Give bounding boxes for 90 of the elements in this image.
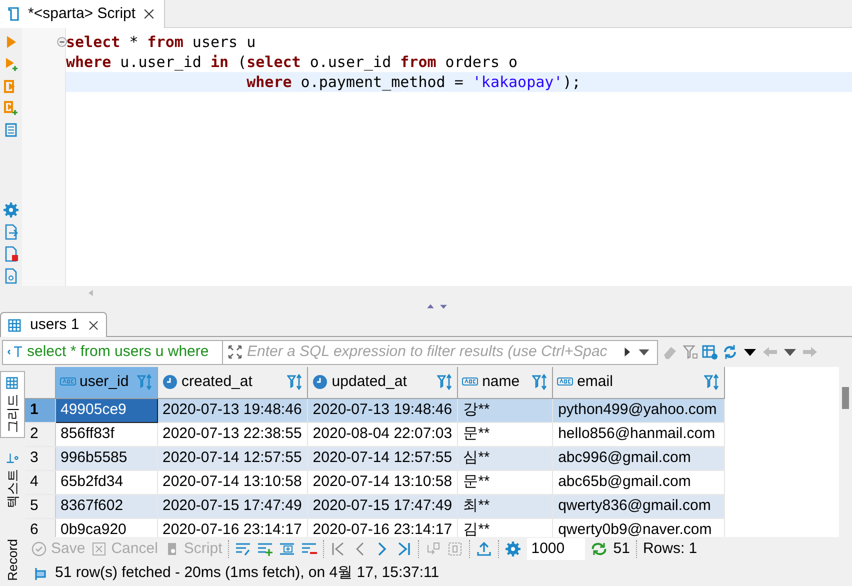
row-number[interactable]: 2 <box>25 422 55 446</box>
table-cell: hello856@hanmail.com <box>552 422 725 446</box>
results-tab[interactable]: users 1 <box>0 312 108 337</box>
table-cell: 2020-07-14 13:10:58 <box>307 470 458 494</box>
row-count: 51 <box>613 538 630 559</box>
scrollbar-thumb[interactable] <box>842 387 849 409</box>
document-icon[interactable] <box>3 268 19 284</box>
column-header[interactable]: name <box>458 367 553 398</box>
settings-icon[interactable] <box>505 541 522 557</box>
view-tab[interactable]: Record <box>0 534 25 586</box>
query-field[interactable]: select * from users u where <box>2 340 222 364</box>
play-plus-icon[interactable] <box>3 56 19 72</box>
table-cell: 856ff83f <box>55 422 157 446</box>
sort-filter-icon[interactable] <box>437 374 454 390</box>
table-cell: 8367f602 <box>55 494 157 518</box>
table-cell: 2020-07-15 17:47:49 <box>307 494 458 518</box>
column-header[interactable]: user_id <box>55 367 157 398</box>
status-text: 51 row(s) fetched - 20ms (1ms fetch), on 4월 17, 15:37:11 <box>55 563 440 584</box>
table-cell: 2020-07-13 19:48:46 <box>157 398 308 422</box>
fetch-size-field[interactable]: 1000 <box>527 538 586 560</box>
table-cell: 2020-07-13 19:48:46 <box>307 398 458 422</box>
table-cell: python499@yahoo.com <box>552 398 725 422</box>
row-number[interactable]: 4 <box>25 470 55 494</box>
table-cell: 2020-07-15 17:47:49 <box>157 494 308 518</box>
pin-icon <box>33 566 49 582</box>
upload-icon[interactable] <box>476 541 492 557</box>
clock-icon <box>162 374 178 390</box>
sort-filter-icon[interactable] <box>286 374 303 390</box>
table-cell: 996b5585 <box>55 446 157 470</box>
editor-tab[interactable]: *<sparta> Script <box>0 0 165 28</box>
duplicate-row-icon[interactable] <box>279 541 296 557</box>
table-cell: 2020-07-14 12:57:55 <box>157 446 308 470</box>
edit-row-icon[interactable] <box>235 541 252 557</box>
close-icon[interactable] <box>87 318 100 332</box>
table-settings-icon[interactable] <box>702 344 718 360</box>
table-cell: 2020-08-04 22:07:03 <box>307 422 458 446</box>
table-cell: 강** <box>458 398 553 422</box>
run-script-plus-icon[interactable] <box>3 100 19 116</box>
add-row-icon[interactable] <box>257 541 274 557</box>
delete-row-icon[interactable] <box>301 541 318 557</box>
copy-icon[interactable] <box>425 541 442 557</box>
expand-icon[interactable] <box>227 344 243 360</box>
sql-text-icon <box>7 344 23 360</box>
code-line: select * from users u <box>66 32 257 52</box>
check-icon <box>31 541 47 557</box>
document-export-icon[interactable] <box>3 224 19 240</box>
row-number[interactable]: 6 <box>25 518 55 537</box>
sort-filter-icon[interactable] <box>136 374 152 390</box>
grid-icon <box>7 318 22 332</box>
last-page-icon[interactable] <box>396 541 412 557</box>
close-icon[interactable] <box>142 7 156 21</box>
column-header[interactable]: created_at <box>157 367 308 398</box>
table-cell: 최** <box>458 494 553 518</box>
row-number[interactable]: 1 <box>25 398 55 422</box>
refresh-icon[interactable] <box>591 541 608 557</box>
column-header[interactable]: email <box>552 367 725 398</box>
table-cell: 49905ce9 <box>55 398 157 422</box>
fold-icon[interactable] <box>56 36 68 48</box>
table-cell: 0b9ca920 <box>55 518 157 537</box>
text-icon <box>6 451 20 465</box>
document-error-icon[interactable] <box>3 246 19 262</box>
filter-field[interactable]: Enter a SQL expression to filter results (use Ctrl+Spac <box>222 340 658 364</box>
column-header[interactable]: updated_at <box>307 367 458 398</box>
view-tab[interactable]: 그리드 <box>0 371 25 438</box>
rows-label: Rows: 1 <box>642 538 698 559</box>
table-cell: abc65b@gmail.com <box>552 470 725 494</box>
table-cell: 문** <box>458 470 553 494</box>
row-number[interactable]: 5 <box>25 494 55 518</box>
code-line: where u.user_id in (select o.user_id from orders o <box>66 52 519 72</box>
table-cell: 2020-07-16 23:14:17 <box>307 518 458 537</box>
row-number[interactable]: 3 <box>25 446 55 470</box>
table-cell: 2020-07-14 13:10:58 <box>157 470 308 494</box>
sort-filter-icon[interactable] <box>704 374 720 390</box>
clock-icon <box>312 374 328 390</box>
table-cell: qwerty836@gmail.com <box>552 494 725 518</box>
table-cell: 65b2fd34 <box>55 470 157 494</box>
view-tab[interactable]: 텍스트 <box>0 446 25 513</box>
settings-icon[interactable] <box>3 202 19 218</box>
table-cell: 2020-07-13 22:38:55 <box>157 422 308 446</box>
table-cell: 2020-07-14 12:57:55 <box>307 446 458 470</box>
panel-icon[interactable] <box>447 541 464 557</box>
table-cell: 문** <box>458 422 553 446</box>
table-cell: abc996@gmail.com <box>552 446 725 470</box>
table-cell: 2020-07-16 23:14:17 <box>157 518 308 537</box>
table-cell: 심** <box>458 446 553 470</box>
cancel-icon <box>91 541 108 557</box>
filter-icon[interactable] <box>682 344 698 360</box>
document-list-icon[interactable] <box>3 122 19 138</box>
sort-filter-icon[interactable] <box>532 374 548 390</box>
grid-icon <box>6 376 20 390</box>
